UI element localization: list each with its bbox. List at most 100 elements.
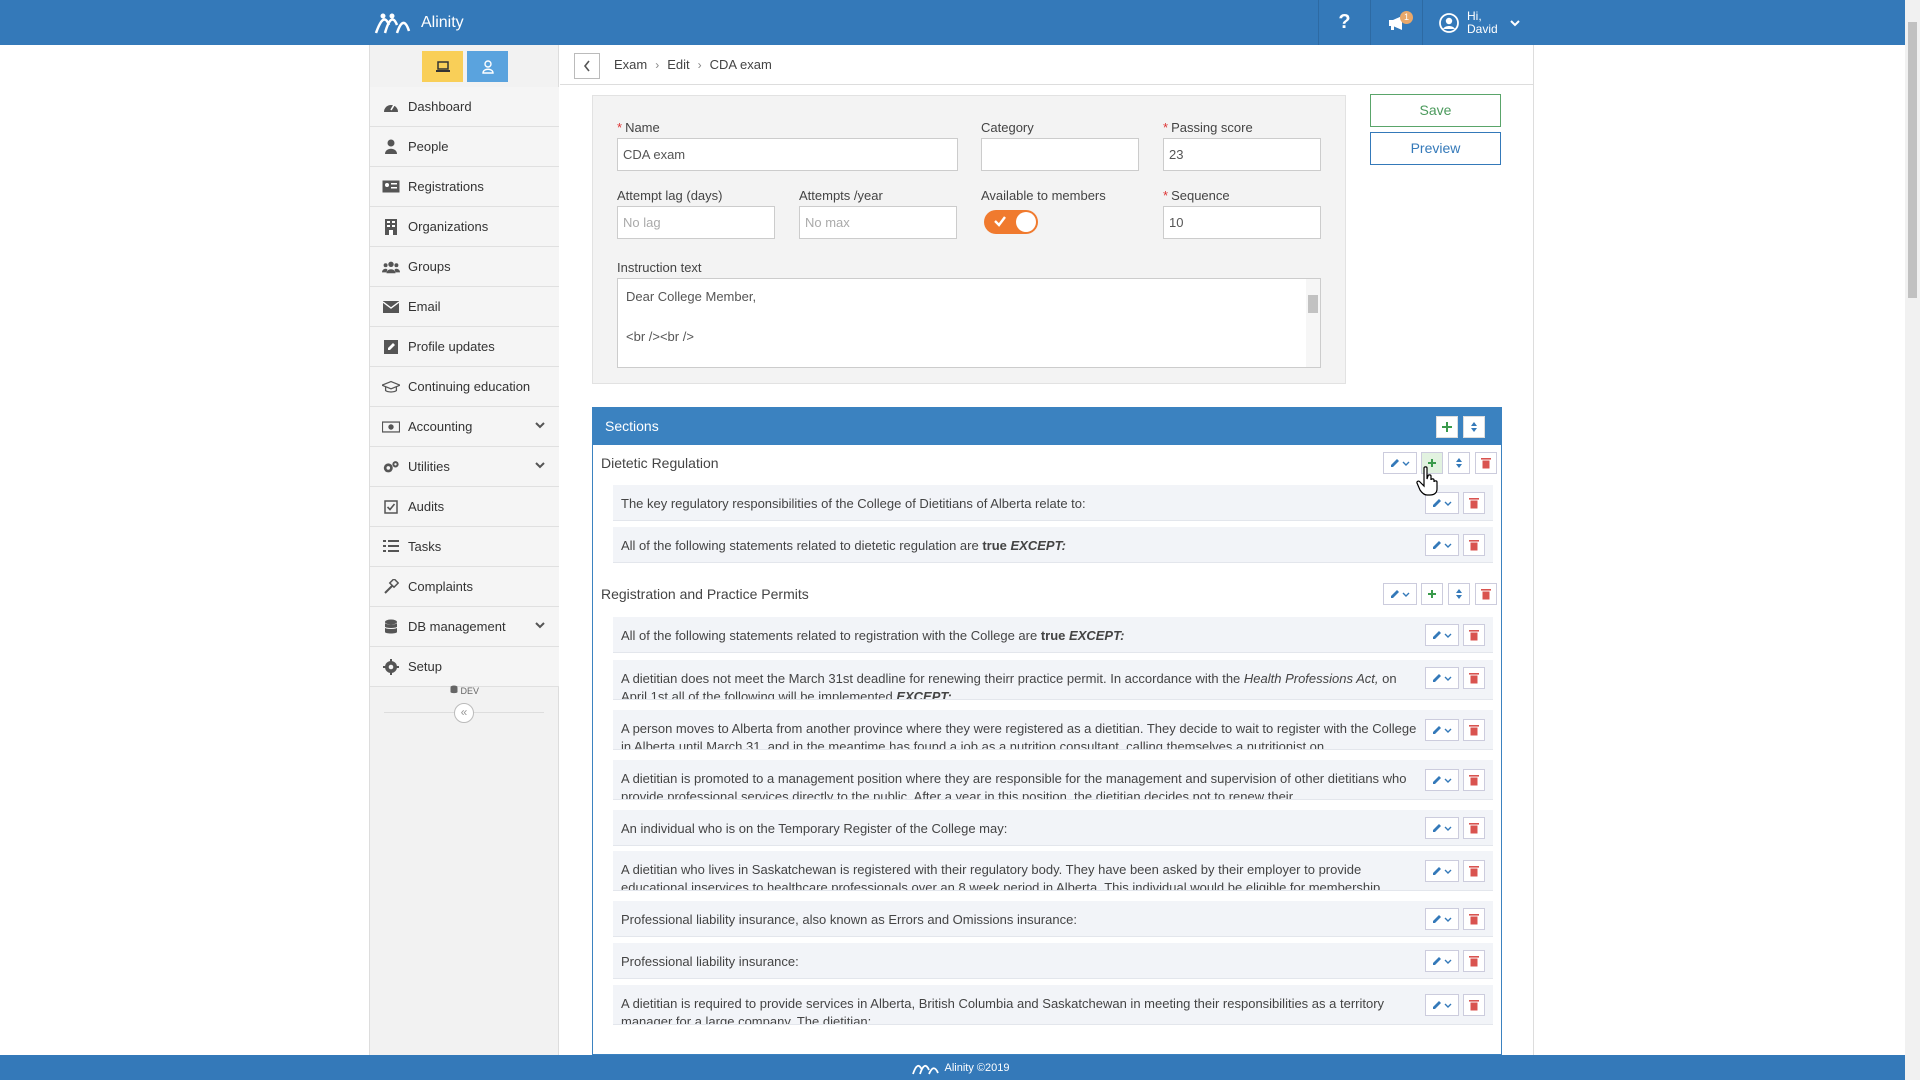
nav-item-setup[interactable]: Setup xyxy=(370,647,559,687)
question-row[interactable]: All of the following statements related … xyxy=(613,617,1493,653)
nav-item-organizations[interactable]: Organizations xyxy=(370,207,559,247)
mode-toggle xyxy=(422,51,508,82)
sequence-field[interactable]: 10 xyxy=(1163,206,1321,239)
delete-question-button[interactable] xyxy=(1463,908,1485,930)
edit-question-button[interactable] xyxy=(1425,950,1459,972)
trash-icon xyxy=(1469,540,1479,551)
money-icon xyxy=(382,418,400,436)
add-section-button[interactable] xyxy=(1436,416,1458,438)
question-row[interactable]: A dietitian who lives in Saskatchewan is… xyxy=(613,851,1493,891)
edit-question-button[interactable] xyxy=(1425,719,1459,741)
nav-item-people[interactable]: People xyxy=(370,127,559,167)
edit-section-button[interactable] xyxy=(1383,452,1417,474)
brand[interactable]: Alinity xyxy=(373,11,464,35)
edit-question-button[interactable] xyxy=(1425,817,1459,839)
available-to-members-toggle[interactable] xyxy=(984,210,1038,234)
pencil-dropdown-icon xyxy=(1433,915,1452,923)
delete-section-button[interactable] xyxy=(1475,583,1497,605)
delete-question-button[interactable] xyxy=(1463,950,1485,972)
trash-icon xyxy=(1481,458,1491,469)
chevron-down-icon xyxy=(535,462,545,469)
edit-question-button[interactable] xyxy=(1425,994,1459,1016)
question-row[interactable]: A dietitian does not meet the March 31st… xyxy=(613,660,1493,700)
passing-score-field[interactable]: 23 xyxy=(1163,138,1321,171)
collapse-sidebar-button[interactable]: « xyxy=(454,703,474,723)
nav-item-db-management[interactable]: DB management xyxy=(370,607,559,647)
edit-section-button[interactable] xyxy=(1383,583,1417,605)
nav-item-dashboard[interactable]: Dashboard xyxy=(370,87,559,127)
delete-question-button[interactable] xyxy=(1463,719,1485,741)
question-row[interactable]: Professional liability insurance, also k… xyxy=(613,901,1493,937)
chevron-down-icon xyxy=(535,422,545,429)
delete-question-button[interactable] xyxy=(1463,994,1485,1016)
add-question-button[interactable] xyxy=(1421,583,1443,605)
nav-item-tasks[interactable]: Tasks xyxy=(370,527,559,567)
edit-question-button[interactable] xyxy=(1425,769,1459,791)
name-field[interactable]: CDA exam xyxy=(617,138,958,171)
question-row[interactable]: A dietitian is promoted to a management … xyxy=(613,760,1493,800)
trash-icon xyxy=(1469,630,1479,641)
question-row[interactable]: A person moves to Alberta from another p… xyxy=(613,710,1493,750)
attempts-per-year-field[interactable]: No max xyxy=(799,206,957,239)
category-field[interactable] xyxy=(981,138,1139,171)
nav-item-profile-updates[interactable]: Profile updates xyxy=(370,327,559,367)
breadcrumb-edit[interactable]: Edit xyxy=(667,57,689,72)
trash-icon xyxy=(1469,1000,1479,1011)
nav-item-complaints[interactable]: Complaints xyxy=(370,567,559,607)
delete-question-button[interactable] xyxy=(1463,817,1485,839)
notification-badge: 1 xyxy=(1400,11,1413,24)
preview-button[interactable]: Preview xyxy=(1370,132,1501,165)
id-card-icon xyxy=(382,178,400,196)
nav-item-email[interactable]: Email xyxy=(370,287,559,327)
nav-item-accounting[interactable]: Accounting xyxy=(370,407,559,447)
nav-item-audits[interactable]: Audits xyxy=(370,487,559,527)
delete-question-button[interactable] xyxy=(1463,534,1485,556)
admin-mode-button[interactable] xyxy=(422,51,463,82)
nav-item-continuing-education[interactable]: Continuing education xyxy=(370,367,559,407)
question-text: All of the following statements related … xyxy=(621,538,1066,553)
reorder-sections-button[interactable] xyxy=(1463,416,1485,438)
nav-item-registrations[interactable]: Registrations xyxy=(370,167,559,207)
delete-question-button[interactable] xyxy=(1463,624,1485,646)
trash-icon xyxy=(1469,914,1479,925)
textarea-scrollbar[interactable] xyxy=(1306,279,1320,367)
edit-question-button[interactable] xyxy=(1425,534,1459,556)
user-circle-icon xyxy=(1439,12,1459,33)
page-scrollbar[interactable] xyxy=(1905,0,1920,1080)
pencil-dropdown-icon xyxy=(1391,590,1410,598)
nav-item-utilities[interactable]: Utilities xyxy=(370,447,559,487)
question-row[interactable]: All of the following statements related … xyxy=(613,527,1493,563)
delete-section-button[interactable] xyxy=(1475,452,1497,474)
reorder-questions-button[interactable] xyxy=(1448,452,1470,474)
user-menu[interactable]: Hi, David xyxy=(1422,0,1586,45)
question-row[interactable]: The key regulatory responsibilities of t… xyxy=(613,485,1493,521)
nav-label: Audits xyxy=(408,499,445,514)
instruction-line: <br /><br /> xyxy=(626,329,694,344)
question-row[interactable]: A dietitian is required to provide servi… xyxy=(613,985,1493,1025)
scrollbar-thumb[interactable] xyxy=(1908,22,1917,298)
edit-question-button[interactable] xyxy=(1425,624,1459,646)
reorder-questions-button[interactable] xyxy=(1448,583,1470,605)
edit-question-button[interactable] xyxy=(1425,667,1459,689)
nav-item-groups[interactable]: Groups xyxy=(370,247,559,287)
delete-question-button[interactable] xyxy=(1463,860,1485,882)
chevron-left-icon xyxy=(583,60,590,72)
delete-question-button[interactable] xyxy=(1463,492,1485,514)
save-button[interactable]: Save xyxy=(1370,94,1501,127)
attempt-lag-field[interactable]: No lag xyxy=(617,206,775,239)
sort-icon xyxy=(1456,458,1462,468)
member-mode-button[interactable] xyxy=(467,51,508,82)
delete-question-button[interactable] xyxy=(1463,667,1485,689)
edit-question-button[interactable] xyxy=(1425,860,1459,882)
instruction-text-area[interactable]: Dear College Member, <br /><br /> xyxy=(617,278,1321,368)
breadcrumb-exam[interactable]: Exam xyxy=(614,57,647,72)
help-button[interactable]: ? xyxy=(1318,0,1370,45)
question-row[interactable]: An individual who is on the Temporary Re… xyxy=(613,810,1493,846)
back-button[interactable] xyxy=(574,53,600,79)
announcements-button[interactable]: 1 xyxy=(1370,0,1422,45)
edit-question-button[interactable] xyxy=(1425,908,1459,930)
delete-question-button[interactable] xyxy=(1463,769,1485,791)
breadcrumb-separator-icon: › xyxy=(655,57,660,72)
question-row[interactable]: Professional liability insurance: xyxy=(613,943,1493,979)
section-row: Registration and Practice Permits xyxy=(601,576,1497,612)
